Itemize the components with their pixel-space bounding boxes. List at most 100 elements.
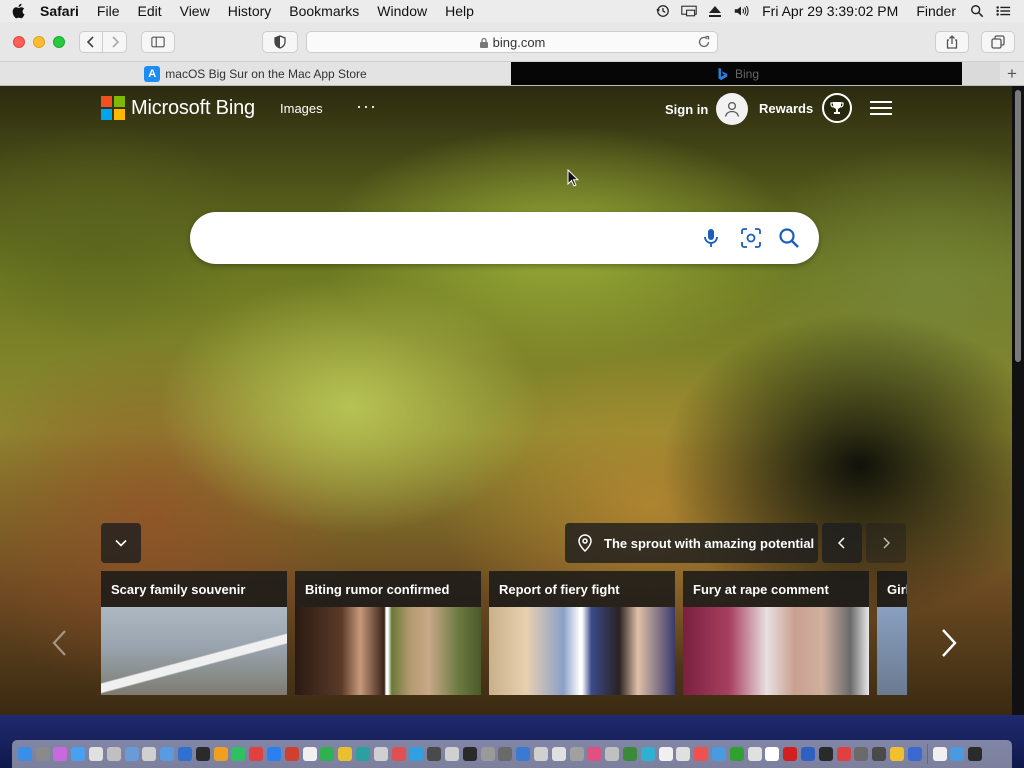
dock-app-icon[interactable]	[497, 744, 515, 764]
hamburger-menu-icon[interactable]	[870, 98, 892, 118]
menu-history[interactable]: History	[219, 3, 281, 19]
dock-app-icon[interactable]	[568, 744, 586, 764]
menu-edit[interactable]: Edit	[128, 3, 170, 19]
dock-app-icon[interactable]	[16, 744, 34, 764]
dock-app-icon[interactable]	[336, 744, 354, 764]
bing-logo[interactable]: Microsoft Bing	[101, 96, 255, 120]
dock-app-icon[interactable]	[514, 744, 532, 764]
menu-window[interactable]: Window	[368, 3, 436, 19]
page-scrollbar[interactable]	[1012, 86, 1024, 715]
menu-help[interactable]: Help	[436, 3, 483, 19]
menu-clock[interactable]: Fri Apr 29 3:39:02 PM	[754, 3, 908, 19]
menu-file[interactable]: File	[88, 3, 129, 19]
dock-app-icon[interactable]	[674, 744, 692, 764]
dock-app-icon[interactable]	[870, 744, 888, 764]
dock-app-icon[interactable]	[710, 744, 728, 764]
forward-button[interactable]	[103, 31, 127, 53]
dock-app-icon[interactable]	[532, 744, 550, 764]
dock-app-icon[interactable]	[906, 744, 924, 764]
dock-app-icon[interactable]	[931, 744, 949, 764]
dock-app-icon[interactable]	[123, 744, 141, 764]
dock-app-icon[interactable]	[354, 744, 372, 764]
dock-app-icon[interactable]	[265, 744, 283, 764]
news-card[interactable]: Scary family souvenir	[101, 571, 287, 695]
dock-app-icon[interactable]	[479, 744, 497, 764]
dock-app-icon[interactable]	[621, 744, 639, 764]
spotlight-search-icon[interactable]	[964, 0, 990, 22]
dock-app-icon[interactable]	[763, 744, 781, 764]
dock-app-icon[interactable]	[301, 744, 319, 764]
dock-app-icon[interactable]	[52, 744, 70, 764]
menu-app-name[interactable]: Safari	[36, 3, 88, 19]
search-icon[interactable]	[776, 225, 802, 251]
dock-app-icon[interactable]	[550, 744, 568, 764]
search-input[interactable]	[212, 224, 692, 252]
menu-finder[interactable]: Finder	[908, 3, 964, 19]
dock-app-icon[interactable]	[461, 744, 479, 764]
news-card[interactable]: Girl	[877, 571, 907, 695]
new-tab-button[interactable]: +	[1000, 62, 1024, 85]
collapse-feed-button[interactable]	[101, 523, 141, 563]
dock-app-icon[interactable]	[194, 744, 212, 764]
dock-app-icon[interactable]	[966, 744, 984, 764]
dock-app-icon[interactable]	[692, 744, 710, 764]
dock-app-icon[interactable]	[781, 744, 799, 764]
dock-app-icon[interactable]	[372, 744, 390, 764]
dock-app-icon[interactable]	[443, 744, 461, 764]
volume-icon[interactable]	[728, 0, 754, 22]
eject-icon[interactable]	[702, 0, 728, 22]
address-bar[interactable]: bing.com	[306, 31, 718, 53]
sign-in-button[interactable]: Sign in	[665, 93, 749, 125]
tab-app-store[interactable]: A macOS Big Sur on the Mac App Store	[0, 62, 511, 85]
dock-app-icon[interactable]	[87, 744, 105, 764]
microphone-icon[interactable]	[698, 225, 724, 251]
time-machine-icon[interactable]	[650, 0, 676, 22]
scrollbar-thumb[interactable]	[1015, 90, 1021, 362]
dock-app-icon[interactable]	[390, 744, 408, 764]
share-button[interactable]	[935, 31, 969, 53]
dock-app-icon[interactable]	[728, 744, 746, 764]
reload-icon[interactable]	[697, 35, 711, 49]
dock-app-icon[interactable]	[105, 744, 123, 764]
menu-view[interactable]: View	[171, 3, 219, 19]
dock-app-icon[interactable]	[408, 744, 426, 764]
apple-menu-icon[interactable]	[0, 3, 36, 19]
dock-app-icon[interactable]	[799, 744, 817, 764]
dock-app-icon[interactable]	[283, 744, 301, 764]
dock-app-icon[interactable]	[230, 744, 248, 764]
rewards-button[interactable]: Rewards	[759, 93, 853, 123]
next-image-button[interactable]	[866, 523, 906, 563]
display-mirroring-icon[interactable]	[676, 0, 702, 22]
dock-app-icon[interactable]	[176, 744, 194, 764]
dock-app-icon[interactable]	[425, 744, 443, 764]
sidebar-toggle-button[interactable]	[141, 31, 175, 53]
image-of-the-day-info[interactable]: The sprout with amazing potential	[565, 523, 818, 563]
dock-app-icon[interactable]	[852, 744, 870, 764]
dock-app-icon[interactable]	[319, 744, 337, 764]
minimize-window-button[interactable]	[33, 36, 45, 48]
dock-app-icon[interactable]	[158, 744, 176, 764]
dock-app-icon[interactable]	[948, 744, 966, 764]
dock-app-icon[interactable]	[817, 744, 835, 764]
news-card[interactable]: Fury at rape comment	[683, 571, 869, 695]
dock-app-icon[interactable]	[141, 744, 159, 764]
news-card[interactable]: Report of fiery fight	[489, 571, 675, 695]
dock-app-icon[interactable]	[657, 744, 675, 764]
control-center-icon[interactable]	[990, 0, 1016, 22]
nav-images-link[interactable]: Images	[280, 101, 323, 116]
tab-bing[interactable]: Bing	[511, 62, 962, 85]
previous-image-button[interactable]	[822, 523, 862, 563]
fullscreen-window-button[interactable]	[53, 36, 65, 48]
dock-app-icon[interactable]	[888, 744, 906, 764]
dock-app-icon[interactable]	[247, 744, 265, 764]
dock-app-icon[interactable]	[746, 744, 764, 764]
visual-search-icon[interactable]	[738, 225, 764, 251]
back-button[interactable]	[79, 31, 103, 53]
tab-overview-button[interactable]	[981, 31, 1015, 53]
news-next-arrow-icon[interactable]	[938, 627, 960, 659]
privacy-report-button[interactable]	[262, 31, 298, 53]
dock-app-icon[interactable]	[835, 744, 853, 764]
dock-app-icon[interactable]	[586, 744, 604, 764]
dock-app-icon[interactable]	[34, 744, 52, 764]
news-previous-arrow-icon[interactable]	[50, 629, 70, 657]
